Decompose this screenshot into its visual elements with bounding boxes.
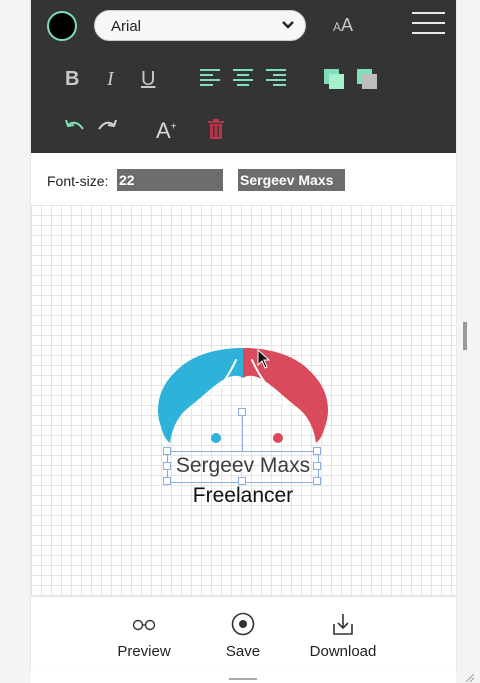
add-text-button[interactable]: A+: [156, 118, 177, 144]
align-right-icon[interactable]: [266, 69, 286, 86]
bottom-action-bar: Preview Save Download: [31, 596, 456, 671]
chevron-down-icon: [282, 21, 294, 29]
toolbar: Arial AA B I U A+: [31, 0, 456, 153]
mouse-cursor-icon: [257, 349, 271, 369]
design-canvas[interactable]: Sergeev Maxs Freelancer: [31, 205, 456, 596]
download-icon: [333, 614, 353, 635]
italic-button[interactable]: I: [107, 68, 114, 91]
underline-button[interactable]: U: [141, 68, 155, 91]
redo-icon[interactable]: [96, 117, 118, 137]
stroke-color-icon[interactable]: [357, 69, 377, 89]
record-save-icon: [231, 612, 255, 636]
font-size-small-glyph: A: [333, 20, 342, 34]
download-label: Download: [309, 643, 377, 660]
selection-rotate-line: [242, 415, 243, 451]
rotate-handle[interactable]: [238, 408, 246, 416]
align-left-icon[interactable]: [200, 69, 220, 86]
align-center-icon[interactable]: [233, 69, 253, 86]
trash-icon[interactable]: [208, 119, 224, 139]
save-button[interactable]: Save: [203, 611, 283, 660]
preview-label: Preview: [117, 643, 171, 660]
left-gutter: [0, 0, 31, 683]
font-size-input[interactable]: 22: [117, 169, 223, 191]
font-family-select[interactable]: Arial: [94, 10, 306, 41]
text-color-swatch[interactable]: [47, 11, 77, 41]
glasses-icon: [132, 619, 156, 631]
bold-button[interactable]: B: [65, 68, 79, 91]
font-size-large-glyph: A: [341, 15, 354, 35]
add-text-plus: +: [170, 121, 177, 133]
add-text-glyph: A: [156, 118, 171, 143]
font-size-label: Font-size:: [47, 173, 109, 189]
undo-icon[interactable]: [64, 117, 86, 137]
bottom-drag-handle[interactable]: [229, 678, 257, 680]
fill-color-icon[interactable]: [324, 69, 344, 89]
logo-graphic[interactable]: [158, 348, 328, 443]
download-button[interactable]: Download: [303, 611, 383, 660]
menu-icon[interactable]: [412, 10, 445, 36]
save-label: Save: [225, 643, 261, 660]
resize-grip-icon[interactable]: [464, 674, 474, 682]
logo-name-text[interactable]: Sergeev Maxs: [168, 454, 318, 478]
text-content-input[interactable]: Sergeev Maxs: [238, 169, 345, 191]
font-size-icon[interactable]: AA: [333, 15, 353, 36]
font-family-value: Arial: [111, 18, 142, 35]
text-properties-row: Font-size: 22 Sergeev Maxs: [31, 153, 456, 205]
preview-button[interactable]: Preview: [104, 611, 184, 660]
right-gutter: [456, 0, 480, 683]
logo-tagline-text[interactable]: Freelancer: [168, 484, 318, 508]
splitter-handle[interactable]: [463, 322, 467, 350]
